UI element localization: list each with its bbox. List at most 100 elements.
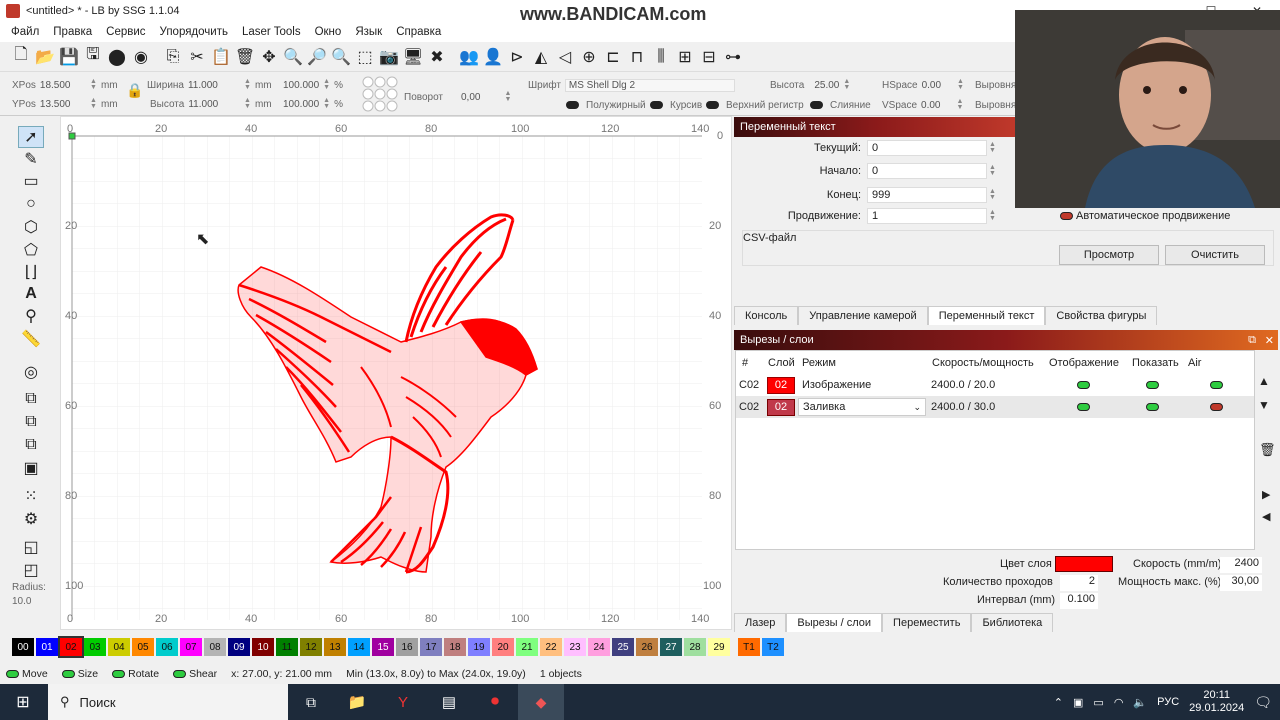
menu-edit[interactable]: Правка bbox=[46, 26, 99, 38]
monitor-icon[interactable]: 🖥 bbox=[402, 46, 424, 68]
app-window-icon[interactable]: ▤ bbox=[426, 693, 472, 711]
scale-y-input[interactable]: 100.000 bbox=[283, 99, 319, 110]
anchor-grid[interactable] bbox=[362, 76, 398, 112]
tab-console[interactable]: Консоль bbox=[734, 306, 799, 325]
scale-x-input[interactable]: 100.000 bbox=[283, 80, 319, 91]
offset-icon[interactable]: ◎ bbox=[18, 361, 44, 383]
palette-swatch[interactable]: 04 bbox=[108, 638, 130, 656]
layer-color-swatch[interactable] bbox=[1055, 556, 1113, 572]
lock-icon[interactable]: 🔒 bbox=[126, 82, 143, 99]
weld-icon[interactable]: ▣ bbox=[18, 457, 44, 479]
move-up-icon[interactable]: ▲ bbox=[1258, 374, 1270, 388]
position-marker-icon[interactable]: ⚲ bbox=[18, 305, 44, 327]
boolean-subtract-icon[interactable]: ⧉ bbox=[18, 411, 44, 433]
layer-color-badge[interactable]: 02 bbox=[767, 398, 795, 416]
palette-swatch[interactable]: 22 bbox=[540, 638, 562, 656]
rotate-toggle[interactable] bbox=[112, 670, 126, 679]
copy-icon[interactable]: ⎘ bbox=[162, 46, 184, 68]
tab-library[interactable]: Библиотека bbox=[971, 613, 1054, 632]
move-toggle[interactable] bbox=[6, 670, 19, 679]
palette-swatch[interactable]: 19 bbox=[468, 638, 490, 656]
palette-swatch[interactable]: 28 bbox=[684, 638, 706, 656]
advance-input[interactable]: 1 bbox=[867, 208, 987, 224]
row-mode[interactable]: Изображение bbox=[802, 379, 871, 391]
start-input[interactable]: 0 bbox=[867, 163, 987, 179]
palette-swatch[interactable]: 25 bbox=[612, 638, 634, 656]
font-select[interactable]: MS Shell Dlg 2 bbox=[564, 78, 735, 92]
tab-shape-properties[interactable]: Свойства фигуры bbox=[1045, 306, 1158, 325]
task-view-icon[interactable]: ⧉ bbox=[288, 694, 334, 711]
palette-swatch[interactable]: T2 bbox=[762, 638, 784, 656]
windows-start-icon[interactable]: ⊞ bbox=[0, 692, 46, 712]
move-icon[interactable]: ✥ bbox=[258, 46, 280, 68]
grid-array-icon[interactable]: ⁙ bbox=[18, 485, 44, 507]
align-middle-icon[interactable]: ⊟ bbox=[698, 46, 720, 68]
display-toggle[interactable] bbox=[1077, 381, 1090, 389]
palette-swatch[interactable]: 14 bbox=[348, 638, 370, 656]
align-center-icon[interactable]: ⊕ bbox=[578, 46, 600, 68]
palette-swatch[interactable]: T1 bbox=[738, 638, 760, 656]
group-icon[interactable]: 👥 bbox=[458, 46, 480, 68]
cut-icon[interactable]: ✂ bbox=[186, 46, 208, 68]
delete-icon[interactable]: 🗑 bbox=[234, 46, 256, 68]
lightburn-task-icon[interactable]: ◆ bbox=[518, 684, 564, 720]
palette-swatch[interactable]: 11 bbox=[276, 638, 298, 656]
shape-icon[interactable]: ⬠ bbox=[18, 239, 44, 261]
distribute-v-icon[interactable]: ⊞ bbox=[674, 46, 696, 68]
circular-array-icon[interactable]: ⚙ bbox=[18, 508, 44, 530]
rotate-icon[interactable]: ◁ bbox=[554, 46, 576, 68]
air-toggle[interactable] bbox=[1210, 403, 1223, 411]
passes-input[interactable]: 2 bbox=[1060, 575, 1098, 591]
palette-swatch[interactable]: 03 bbox=[84, 638, 106, 656]
size-toggle[interactable] bbox=[61, 670, 75, 679]
air-toggle[interactable] bbox=[1210, 381, 1223, 389]
menu-file[interactable]: Файл bbox=[4, 26, 46, 38]
yandex-browser-icon[interactable]: Y bbox=[380, 694, 426, 711]
tab-cuts-layers[interactable]: Вырезы / слои bbox=[786, 613, 883, 632]
corner-round-icon[interactable]: ◰ bbox=[18, 559, 44, 581]
palette-swatch[interactable]: 07 bbox=[180, 638, 202, 656]
palette-swatch[interactable]: 16 bbox=[396, 638, 418, 656]
palette-swatch[interactable]: 10 bbox=[252, 638, 274, 656]
palette-swatch[interactable]: 12 bbox=[300, 638, 322, 656]
tab-variable-text[interactable]: Переменный текст bbox=[927, 306, 1046, 325]
wifi-icon[interactable]: ◠ bbox=[1114, 696, 1124, 709]
bracket-icon[interactable]: ⌊⌋ bbox=[18, 261, 44, 283]
measure-icon[interactable]: 📏 bbox=[18, 328, 44, 350]
export-icon[interactable]: ◉ bbox=[130, 46, 152, 68]
corner-fillet-icon[interactable]: ◱ bbox=[18, 536, 44, 558]
browse-button[interactable]: Просмотр bbox=[1059, 245, 1159, 265]
palette-swatch[interactable]: 00 bbox=[12, 638, 34, 656]
workspace-canvas[interactable]: 0 20 40 60 80 100 120 140 20 40 60 80 10… bbox=[60, 116, 732, 630]
select-arrow-icon[interactable]: ➚ bbox=[18, 126, 44, 148]
rotate-input[interactable]: 0,00 bbox=[461, 92, 480, 103]
current-input[interactable]: 0 bbox=[867, 140, 987, 156]
palette-swatch[interactable]: 29 bbox=[708, 638, 730, 656]
italic-toggle[interactable] bbox=[650, 101, 663, 109]
tray-app-icon[interactable]: ▣ bbox=[1073, 696, 1083, 709]
pen-icon[interactable]: ✎ bbox=[18, 148, 44, 170]
xpos-input[interactable]: 18.500 bbox=[40, 80, 71, 91]
menu-help[interactable]: Справка bbox=[389, 26, 448, 38]
ungroup-icon[interactable]: 👤 bbox=[482, 46, 504, 68]
new-file-icon[interactable]: 🗋 bbox=[10, 46, 32, 68]
text-height-input[interactable]: 25.00 bbox=[814, 80, 839, 91]
float-icon[interactable]: ⧉ bbox=[1248, 334, 1256, 347]
tab-move[interactable]: Переместить bbox=[882, 613, 972, 632]
palette-swatch[interactable]: 05 bbox=[132, 638, 154, 656]
settings-tools-icon[interactable]: ✖ bbox=[426, 46, 448, 68]
shear-toggle[interactable] bbox=[173, 670, 187, 679]
height-input[interactable]: 11.000 bbox=[188, 99, 218, 110]
menu-window[interactable]: Окно bbox=[308, 26, 349, 38]
palette-swatch[interactable]: 02 bbox=[58, 636, 84, 658]
clear-button[interactable]: Очистить bbox=[1165, 245, 1265, 265]
save-icon[interactable]: 💾 bbox=[58, 46, 80, 68]
radius-input[interactable]: 10.0 bbox=[12, 596, 31, 607]
speed-input[interactable]: 2400 bbox=[1220, 557, 1262, 573]
ypos-input[interactable]: 13.500 bbox=[40, 99, 71, 110]
delete-layer-icon[interactable]: 🗑 bbox=[1259, 442, 1276, 458]
merge-toggle[interactable] bbox=[810, 101, 823, 109]
menu-arrange[interactable]: Упорядочить bbox=[153, 26, 235, 38]
table-row[interactable]: C02 02 Заливка ⌄ 2400.0 / 30.0 bbox=[736, 396, 1254, 418]
paste-icon[interactable]: 📋 bbox=[210, 46, 232, 68]
